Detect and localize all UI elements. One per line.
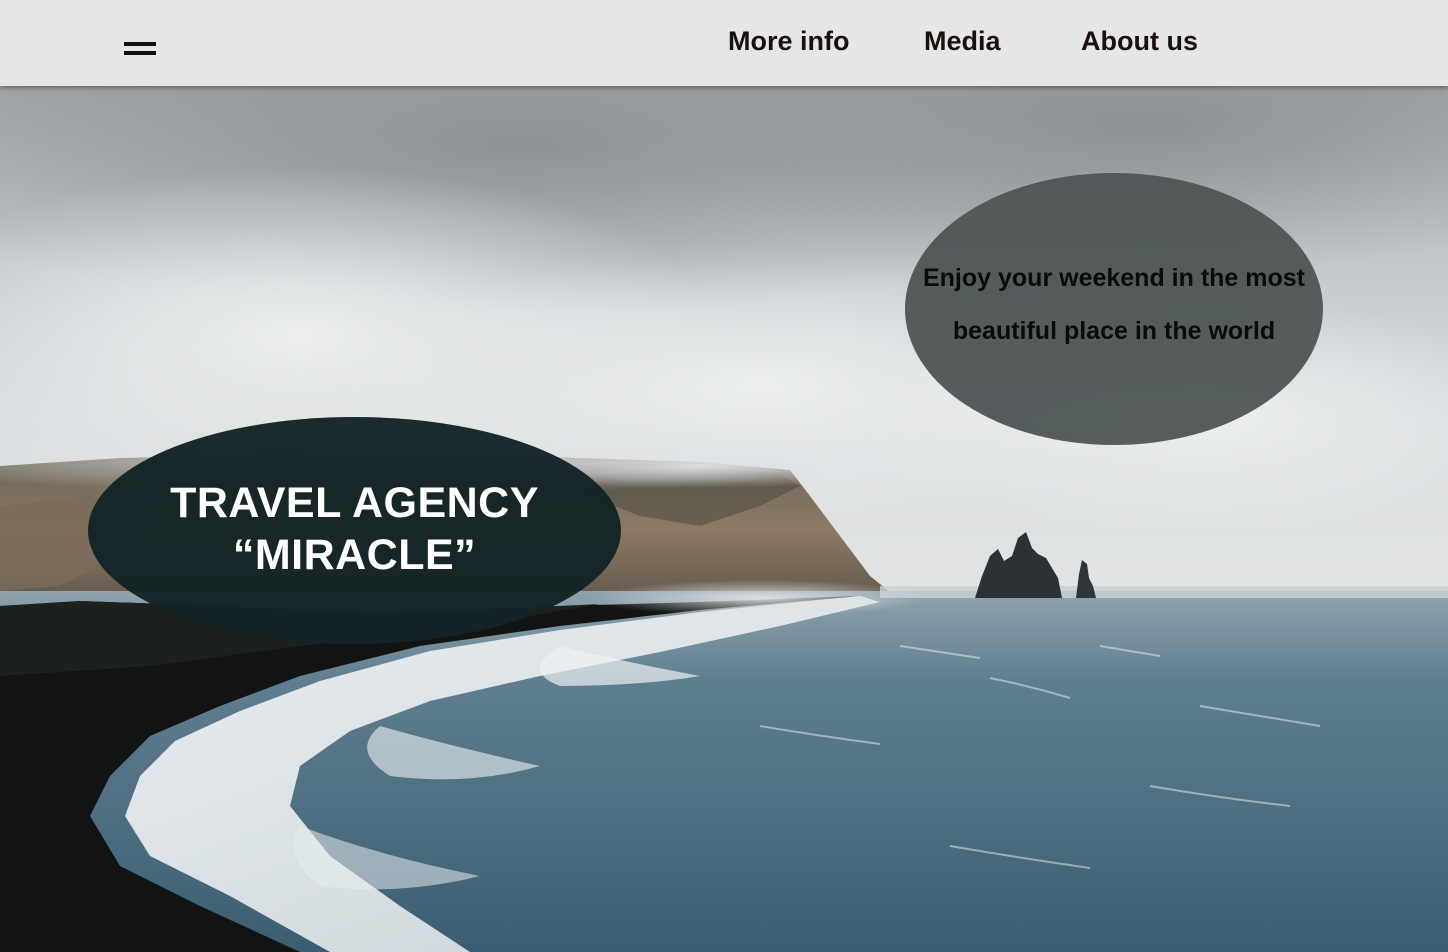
tagline-bubble: Enjoy your weekend in the most beautiful…	[905, 173, 1323, 445]
tagline-text: Enjoy your weekend in the most beautiful…	[905, 252, 1323, 358]
nav-link-media[interactable]: Media	[924, 24, 1001, 58]
nav-link-more-info[interactable]: More info	[728, 24, 850, 58]
menu-bar-bottom	[124, 51, 156, 55]
page: More info Media About us Enjoy your week…	[0, 0, 1448, 952]
top-nav-bar: More info Media About us	[0, 0, 1448, 86]
tagline-line-1: Enjoy your weekend in the most	[922, 264, 1306, 292]
title-line-1: TRAVEL AGENCY	[170, 479, 539, 527]
nav-link-about-us[interactable]: About us	[1081, 24, 1198, 58]
page-title: TRAVEL AGENCY “MIRACLE”	[88, 477, 621, 581]
tagline-line-2: beautiful place in the world	[952, 317, 1276, 345]
hamburger-menu-icon[interactable]	[118, 30, 162, 66]
agency-title-bubble: TRAVEL AGENCY “MIRACLE”	[88, 417, 621, 644]
menu-bar-top	[124, 42, 156, 46]
title-line-2: “MIRACLE”	[232, 531, 477, 579]
